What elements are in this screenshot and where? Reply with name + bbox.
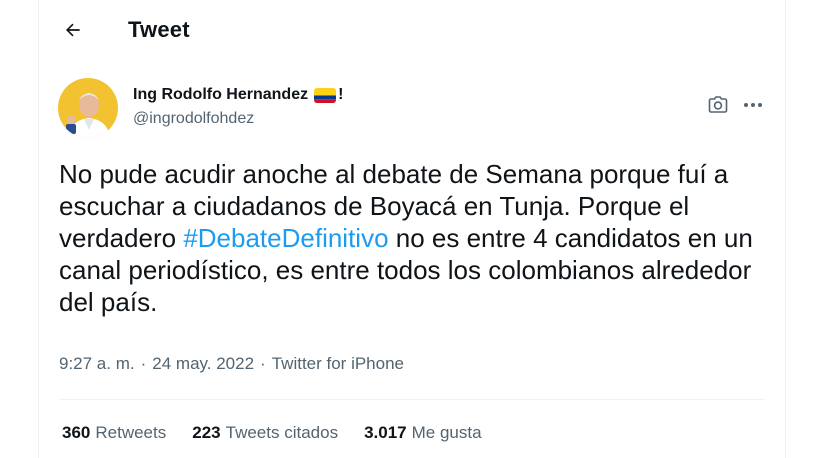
column-border-left bbox=[38, 0, 39, 458]
likes-count: 3.017 bbox=[364, 423, 407, 442]
hashtag-link[interactable]: #DebateDefinitivo bbox=[183, 223, 388, 253]
page-title: Tweet bbox=[128, 17, 190, 42]
retweets-label: Retweets bbox=[95, 423, 167, 442]
meta-separator: · bbox=[140, 354, 147, 373]
author-name-row[interactable]: Ing Rodolfo Hernandez ! bbox=[133, 86, 343, 104]
more-horizontal-icon bbox=[744, 103, 762, 107]
author-handle[interactable]: @ingrodolfohdez bbox=[133, 110, 254, 128]
tweet-time[interactable]: 9:27 a. m. bbox=[59, 354, 135, 374]
author-name-suffix: ! bbox=[338, 86, 344, 103]
tweet-date[interactable]: 24 may. 2022 bbox=[152, 354, 254, 374]
tweet-source[interactable]: Twitter for iPhone bbox=[272, 354, 404, 374]
author-name: Ing Rodolfo Hernandez bbox=[133, 86, 309, 103]
camera-button[interactable] bbox=[705, 92, 731, 118]
quotes-count: 223 bbox=[192, 423, 221, 442]
quotes-label: Tweets citados bbox=[225, 423, 339, 442]
divider bbox=[59, 399, 765, 400]
camera-icon bbox=[708, 96, 728, 113]
retweets-count: 360 bbox=[62, 423, 91, 442]
likes-label: Me gusta bbox=[411, 423, 482, 442]
page-header: Tweet bbox=[39, 0, 785, 62]
tweet-stats: 360 Retweets 223 Tweets citados 3.017 Me… bbox=[62, 423, 508, 443]
likes-stat[interactable]: 3.017 Me gusta bbox=[364, 423, 481, 443]
colombia-flag-icon bbox=[314, 87, 337, 103]
quotes-stat[interactable]: 223 Tweets citados bbox=[192, 423, 338, 443]
avatar[interactable] bbox=[58, 78, 118, 138]
arrow-left-icon bbox=[65, 23, 80, 37]
more-options-button[interactable] bbox=[740, 92, 766, 118]
back-button[interactable] bbox=[55, 12, 91, 48]
tweet-meta: 9:27 a. m. · 24 may. 2022 · Twitter for … bbox=[59, 354, 404, 374]
meta-separator: · bbox=[260, 354, 266, 373]
tweet-text: No pude acudir anoche al debate de Seman… bbox=[59, 158, 774, 318]
retweets-stat[interactable]: 360 Retweets bbox=[62, 423, 166, 443]
column-border-right bbox=[785, 0, 786, 458]
